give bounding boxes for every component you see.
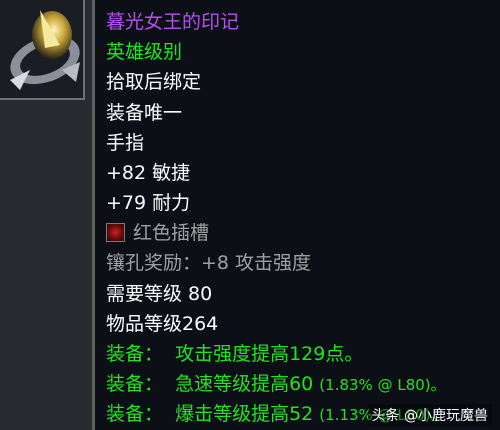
equip-effect: 装备： 攻击强度提高129点。 (106, 341, 363, 367)
item-level: 物品等级264 (106, 313, 219, 335)
equip-note: (1.83% @ L80)。 (319, 376, 446, 394)
socket-bonus: 镶孔奖励：+8 攻击强度 (106, 252, 312, 274)
item-stat-stamina: +79 耐力 (106, 192, 191, 214)
item-quality: 英雄级别 (106, 41, 183, 63)
item-unique: 装备唯一 (106, 102, 183, 124)
item-binding: 拾取后绑定 (106, 71, 202, 93)
red-socket-icon (106, 223, 125, 242)
item-socket: 红色插槽 (106, 220, 209, 246)
watermark: 头条 @小鹿玩魔兽 (367, 404, 492, 426)
equip-prefix: 装备： (106, 403, 164, 425)
equip-effect: 装备： 急速等级提高60 (1.83% @ L80)。 (106, 371, 446, 398)
item-tooltip: 暮光女王的印记 英雄级别 拾取后绑定 装备唯一 手指 +82 敏捷 +79 耐力… (92, 0, 500, 430)
equip-prefix: 装备： (106, 343, 164, 365)
item-slot: 手指 (106, 132, 145, 154)
equip-text: 急速等级提高60 (175, 373, 314, 395)
equip-prefix: 装备： (106, 373, 164, 395)
socket-label: 红色插槽 (133, 222, 210, 244)
equip-text: 攻击强度提高129点。 (175, 343, 364, 365)
item-stat-agility: +82 敏捷 (106, 162, 191, 184)
item-name: 暮光女王的印记 (106, 11, 240, 33)
required-level: 需要等级 80 (106, 283, 213, 305)
ring-item-icon (0, 0, 85, 100)
equip-text: 爆击等级提高52 (175, 403, 314, 425)
